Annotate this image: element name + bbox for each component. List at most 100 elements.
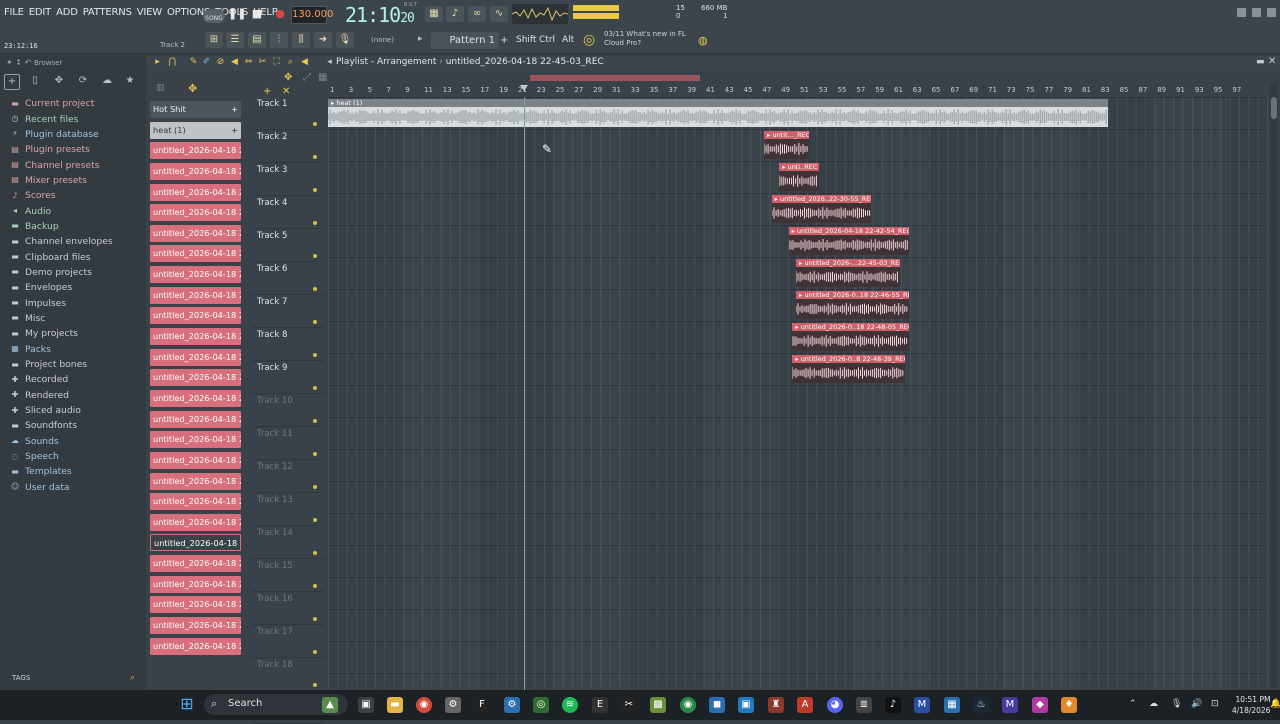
cloud-tray-icon[interactable]: ☁ bbox=[1149, 699, 1158, 709]
chrome-profile-icon[interactable]: ◉ bbox=[680, 697, 696, 713]
picker-item[interactable]: untitled_2026-04-18 22-... bbox=[150, 472, 241, 490]
browser-item[interactable]: ▬ Demo projects bbox=[10, 265, 140, 280]
app-icon-m[interactable]: M bbox=[914, 697, 930, 713]
picker-item[interactable]: untitled_2026-04-18 22-... bbox=[150, 431, 241, 449]
browser-item[interactable]: ☁ Sounds bbox=[10, 434, 140, 449]
slip-icon[interactable]: ⇔ bbox=[243, 57, 254, 68]
countdown-icon[interactable]: ∿ bbox=[490, 6, 508, 22]
record-icon[interactable]: ● bbox=[271, 6, 289, 22]
browser-item[interactable]: ▬ Project bones bbox=[10, 357, 140, 372]
mic-tray-icon[interactable]: 🎙 bbox=[1171, 699, 1182, 709]
picker-pattern-icon[interactable]: ▥ bbox=[156, 83, 165, 93]
playhead-marker-icon[interactable] bbox=[519, 85, 528, 91]
menu-item[interactable]: VIEW bbox=[137, 7, 162, 18]
picker-item[interactable]: heat (1) + bbox=[150, 121, 241, 139]
track-mute-icon[interactable] bbox=[313, 320, 317, 324]
slice-icon[interactable]: ✂ bbox=[257, 57, 268, 68]
gear-app-icon[interactable]: ⚙ bbox=[504, 697, 520, 713]
browser-item[interactable]: ▤ Plugin presets bbox=[10, 142, 140, 157]
playlist-arrow-icon[interactable]: ▸ bbox=[152, 57, 163, 68]
track-header[interactable]: Track 16 bbox=[252, 592, 324, 625]
network-tray-icon[interactable]: ⊡ bbox=[1211, 699, 1219, 709]
track-mute-icon[interactable] bbox=[313, 122, 317, 126]
track-mute-icon[interactable] bbox=[313, 518, 317, 522]
track-mute-icon[interactable] bbox=[313, 386, 317, 390]
browser-item[interactable]: ▬ Backup bbox=[10, 219, 140, 234]
discord-icon[interactable]: ◕ bbox=[827, 697, 843, 713]
channel-rack-icon[interactable]: ☰ bbox=[226, 32, 244, 48]
app-icon-blue[interactable]: ▣ bbox=[738, 697, 754, 713]
piano-roll-icon[interactable]: ▤ bbox=[248, 32, 266, 48]
tempo-display[interactable]: 130.000 bbox=[291, 6, 333, 24]
browser-add-icon[interactable]: + bbox=[4, 74, 20, 90]
picker-item[interactable]: untitled_2026-04-18 22-... bbox=[150, 513, 241, 531]
game-icon[interactable]: ♜ bbox=[768, 697, 784, 713]
pattern-selector[interactable]: Pattern 1 bbox=[431, 32, 499, 49]
track-mute-icon[interactable] bbox=[313, 188, 317, 192]
browser-file-icon[interactable]: ▯ bbox=[28, 74, 42, 88]
picker-item[interactable]: untitled_2026-04-18 22-... bbox=[150, 410, 241, 428]
track-header[interactable]: Track 14 bbox=[252, 526, 324, 559]
picker-item[interactable]: Hot Shit + bbox=[150, 101, 241, 118]
browser-item[interactable]: ▦ Packs bbox=[10, 342, 140, 357]
picker-item[interactable]: untitled_2026-04-18 22-... bbox=[150, 204, 241, 222]
track-link-icon[interactable]: ⤢ bbox=[303, 72, 311, 83]
audio-clip[interactable]: ▸ untitled_2026-0..18 22-48-05_REC bbox=[792, 323, 909, 351]
track-header[interactable]: Track 12 bbox=[252, 460, 324, 493]
track-header[interactable]: Track 15 bbox=[252, 559, 324, 592]
metronome-icon[interactable]: ▦ bbox=[425, 6, 443, 22]
picker-item[interactable]: untitled_2026-04-18 22-... bbox=[150, 328, 241, 346]
chrome-icon[interactable]: ◉ bbox=[416, 697, 432, 713]
picker-item[interactable]: untitled_2026-04-18 22-... bbox=[150, 369, 241, 387]
tag-search-icon[interactable]: ⌕ bbox=[130, 673, 135, 683]
capcut-icon[interactable]: ✂ bbox=[621, 697, 637, 713]
browser-nav-icon[interactable]: ✦ ↕ ↶ bbox=[6, 58, 31, 67]
track-header[interactable]: Track 10 bbox=[252, 394, 324, 427]
close-icon[interactable] bbox=[1267, 8, 1276, 17]
adobe-icon[interactable]: A bbox=[797, 697, 813, 713]
browser-item[interactable]: ✚ Sliced audio bbox=[10, 403, 140, 418]
brush-icon[interactable]: ✐ bbox=[201, 57, 212, 68]
picker-item[interactable]: untitled_2026-04-18 22-... bbox=[150, 162, 241, 180]
picker-item[interactable]: untitled_2026-04-18 22-... bbox=[150, 389, 241, 407]
menu-item[interactable]: FILE bbox=[4, 7, 24, 18]
track-header[interactable]: Track 18 bbox=[252, 658, 324, 691]
audio-clip[interactable]: ▸ untitled_2026-04-18 22-42-54_REC bbox=[788, 227, 909, 255]
menu-item[interactable]: EDIT bbox=[29, 7, 51, 18]
track-mute-icon[interactable] bbox=[313, 353, 317, 357]
app-icon-pink[interactable]: ◆ bbox=[1032, 697, 1048, 713]
menu-item[interactable]: PATTERNS bbox=[83, 7, 132, 18]
browser-item[interactable]: ▤ Channel presets bbox=[10, 157, 140, 172]
tray-chevron-icon[interactable]: ⌃ bbox=[1129, 699, 1137, 709]
steam-icon[interactable]: ♨ bbox=[973, 697, 989, 713]
browser-collapse-icon[interactable]: ✥ bbox=[52, 74, 66, 88]
track-header[interactable]: Track 8 bbox=[252, 328, 324, 361]
fl-cloud-icon[interactable]: ◍ bbox=[698, 34, 708, 47]
browser-item[interactable]: ▬ Templates bbox=[10, 464, 140, 479]
microphone-icon[interactable]: 🎙 bbox=[336, 32, 354, 48]
browser-item[interactable]: ✚ Recorded bbox=[10, 372, 140, 387]
loop-record-icon[interactable]: ∞ bbox=[468, 6, 486, 22]
add-pattern-icon[interactable]: + bbox=[500, 35, 508, 46]
picker-add-icon[interactable]: + bbox=[231, 101, 238, 118]
browser-item[interactable]: ◷ Recent files bbox=[10, 111, 140, 126]
track-mute-icon[interactable] bbox=[313, 617, 317, 621]
browser-item[interactable]: ▬ Current project bbox=[10, 96, 140, 111]
picker-item[interactable]: untitled_2026-04-18 22-... bbox=[150, 142, 241, 160]
browser-item[interactable]: ▬ Soundfonts bbox=[10, 418, 140, 433]
track-header[interactable]: Track 5 bbox=[252, 229, 324, 262]
mute-icon[interactable]: ◀ bbox=[229, 57, 240, 68]
vertical-scrollbar[interactable] bbox=[1270, 83, 1278, 688]
system-clock[interactable]: 10:51 PM 4/18/2026 bbox=[1232, 694, 1270, 716]
app-icon-purple[interactable]: M bbox=[1002, 697, 1018, 713]
track-mute-icon[interactable] bbox=[313, 155, 317, 159]
picker-move-icon[interactable]: ✥ bbox=[188, 82, 197, 95]
track-move-icon[interactable]: ✥ bbox=[284, 72, 292, 83]
delete-icon[interactable]: ⊘ bbox=[215, 57, 226, 68]
track-header[interactable]: Track 1 bbox=[252, 97, 324, 130]
blend-notes-icon[interactable]: ♪ bbox=[446, 6, 464, 22]
minecraft-icon[interactable]: ▩ bbox=[650, 697, 666, 713]
browser-item[interactable]: ▬ Envelopes bbox=[10, 280, 140, 295]
xbox-icon[interactable]: ◎ bbox=[533, 697, 549, 713]
add-track-icon[interactable]: + bbox=[263, 86, 271, 97]
